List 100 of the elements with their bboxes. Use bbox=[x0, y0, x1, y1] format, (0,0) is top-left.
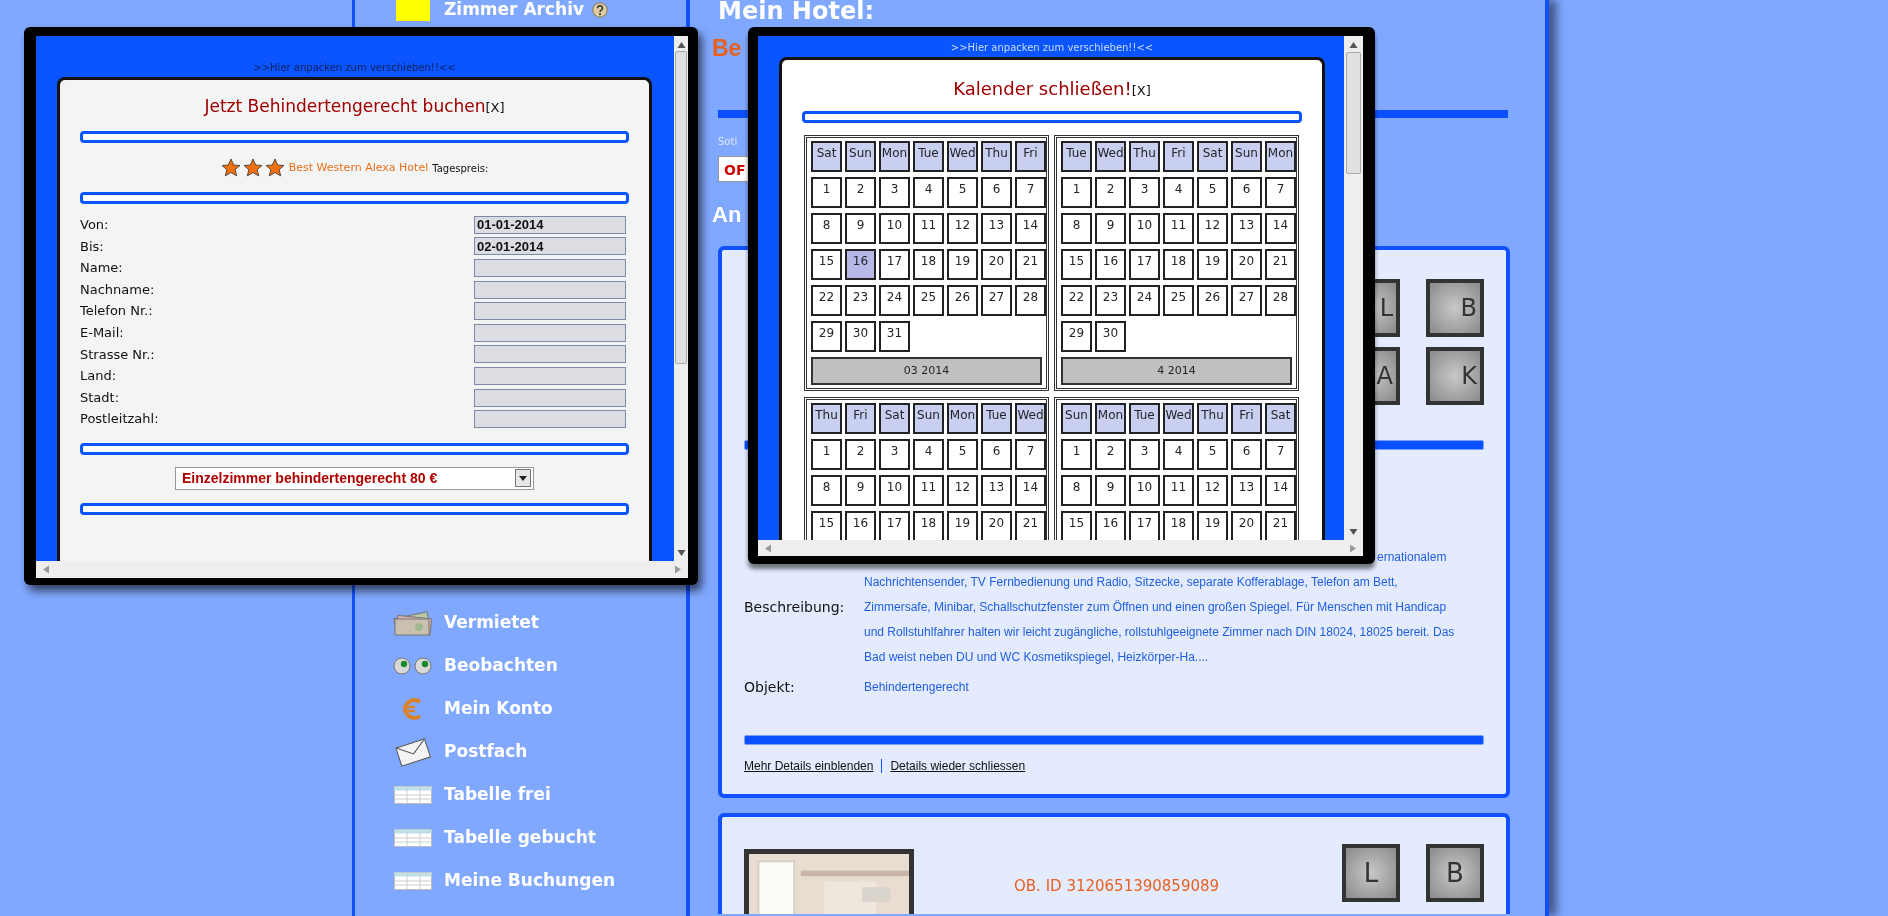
day-cell[interactable]: 11 bbox=[913, 475, 944, 506]
day-cell[interactable]: 2 bbox=[845, 177, 876, 208]
day-cell[interactable]: 16 bbox=[1095, 511, 1126, 540]
scroll-left-icon[interactable] bbox=[764, 543, 772, 553]
day-cell[interactable]: 19 bbox=[947, 249, 978, 280]
day-cell[interactable]: 9 bbox=[845, 475, 876, 506]
day-cell[interactable]: 17 bbox=[1129, 249, 1160, 280]
input-field[interactable] bbox=[474, 366, 626, 385]
day-cell[interactable]: 8 bbox=[1061, 475, 1092, 506]
day-cell[interactable]: 31 bbox=[879, 321, 910, 352]
day-cell[interactable]: 24 bbox=[1129, 285, 1160, 316]
day-cell[interactable]: 26 bbox=[947, 285, 978, 316]
letter-button[interactable]: K bbox=[1426, 347, 1484, 405]
scroll-down-icon[interactable] bbox=[1349, 528, 1358, 536]
scroll-thumb[interactable] bbox=[1345, 52, 1362, 174]
day-cell[interactable]: 17 bbox=[1129, 511, 1160, 540]
input-field[interactable] bbox=[474, 388, 626, 407]
day-cell[interactable]: 15 bbox=[1061, 511, 1092, 540]
day-cell[interactable]: 10 bbox=[879, 475, 910, 506]
day-cell[interactable]: 13 bbox=[981, 213, 1012, 244]
day-cell[interactable]: 12 bbox=[1197, 475, 1228, 506]
day-cell[interactable]: 16 bbox=[845, 249, 876, 280]
day-cell[interactable]: 29 bbox=[1061, 321, 1092, 352]
day-cell[interactable]: 4 bbox=[1163, 177, 1194, 208]
day-cell[interactable]: 30 bbox=[1095, 321, 1126, 352]
day-cell[interactable]: 1 bbox=[811, 177, 842, 208]
day-cell[interactable]: 21 bbox=[1265, 249, 1296, 280]
day-cell[interactable]: 15 bbox=[811, 511, 842, 540]
day-cell[interactable]: 5 bbox=[947, 177, 978, 208]
close-button[interactable]: [X] bbox=[1131, 81, 1151, 101]
day-cell[interactable]: 4 bbox=[913, 177, 944, 208]
day-cell[interactable]: 26 bbox=[1197, 285, 1228, 316]
day-cell[interactable]: 3 bbox=[879, 177, 910, 208]
day-cell[interactable]: 10 bbox=[879, 213, 910, 244]
day-cell[interactable]: 18 bbox=[913, 511, 944, 540]
day-cell[interactable]: 6 bbox=[1231, 177, 1262, 208]
scrollbar[interactable] bbox=[674, 36, 688, 561]
day-cell[interactable]: 18 bbox=[1163, 511, 1194, 540]
input-field[interactable] bbox=[474, 280, 626, 299]
day-cell[interactable]: 12 bbox=[947, 213, 978, 244]
scrollbar[interactable] bbox=[36, 561, 688, 578]
scroll-right-icon[interactable] bbox=[1349, 543, 1357, 553]
day-cell[interactable]: 14 bbox=[1015, 213, 1046, 244]
day-cell[interactable]: 21 bbox=[1015, 249, 1046, 280]
day-cell[interactable]: 19 bbox=[1197, 511, 1228, 540]
day-cell[interactable]: 2 bbox=[1095, 177, 1126, 208]
day-cell[interactable]: 11 bbox=[1163, 213, 1194, 244]
day-cell[interactable]: 15 bbox=[1061, 249, 1092, 280]
input-field[interactable] bbox=[474, 302, 626, 321]
day-cell[interactable]: 1 bbox=[811, 439, 842, 470]
details-link[interactable]: Mehr Details einblenden bbox=[744, 757, 874, 775]
scrollbar[interactable] bbox=[758, 540, 1363, 556]
scroll-up-icon[interactable] bbox=[1349, 41, 1358, 49]
day-cell[interactable]: 20 bbox=[981, 249, 1012, 280]
day-cell[interactable]: 27 bbox=[981, 285, 1012, 316]
letter-button[interactable]: L bbox=[1342, 844, 1400, 902]
input-field[interactable] bbox=[474, 410, 626, 429]
day-cell[interactable]: 14 bbox=[1265, 475, 1296, 506]
day-cell[interactable]: 9 bbox=[1095, 213, 1126, 244]
day-cell[interactable]: 10 bbox=[1129, 475, 1160, 506]
day-cell[interactable]: 4 bbox=[1163, 439, 1194, 470]
day-cell[interactable]: 5 bbox=[947, 439, 978, 470]
day-cell[interactable]: 24 bbox=[879, 285, 910, 316]
day-cell[interactable]: 29 bbox=[811, 321, 842, 352]
day-cell[interactable]: 12 bbox=[1197, 213, 1228, 244]
day-cell[interactable]: 1 bbox=[1061, 177, 1092, 208]
day-cell[interactable]: 25 bbox=[913, 285, 944, 316]
day-cell[interactable]: 18 bbox=[913, 249, 944, 280]
drag-handle[interactable]: >>Hier anpacken zum verschieben!!<< bbox=[950, 36, 1154, 57]
input-field[interactable] bbox=[474, 323, 626, 342]
day-cell[interactable]: 20 bbox=[981, 511, 1012, 540]
day-cell[interactable]: 23 bbox=[1095, 285, 1126, 316]
day-cell[interactable]: 5 bbox=[1197, 177, 1228, 208]
day-cell[interactable]: 15 bbox=[811, 249, 842, 280]
day-cell[interactable]: 11 bbox=[913, 213, 944, 244]
day-cell[interactable]: 17 bbox=[879, 511, 910, 540]
day-cell[interactable]: 9 bbox=[1095, 475, 1126, 506]
day-cell[interactable]: 20 bbox=[1231, 511, 1262, 540]
day-cell[interactable]: 8 bbox=[1061, 213, 1092, 244]
room-dropdown[interactable]: Einzelzimmer behindertengerecht 80 € bbox=[175, 466, 534, 490]
day-cell[interactable]: 6 bbox=[981, 177, 1012, 208]
input-field[interactable]: 01-01-2014 bbox=[474, 215, 626, 234]
letter-button[interactable]: B bbox=[1426, 279, 1484, 337]
day-cell[interactable]: 19 bbox=[1197, 249, 1228, 280]
input-field[interactable] bbox=[474, 259, 626, 277]
day-cell[interactable]: 3 bbox=[1129, 439, 1160, 470]
day-cell[interactable]: 18 bbox=[1163, 249, 1194, 280]
day-cell[interactable]: 8 bbox=[811, 475, 842, 506]
day-cell[interactable]: 22 bbox=[1061, 285, 1092, 316]
day-cell[interactable]: 6 bbox=[1231, 439, 1262, 470]
day-cell[interactable]: 21 bbox=[1265, 511, 1296, 540]
day-cell[interactable]: 16 bbox=[845, 511, 876, 540]
day-cell[interactable]: 13 bbox=[1231, 475, 1262, 506]
close-button[interactable]: [X] bbox=[485, 98, 505, 118]
day-cell[interactable]: 14 bbox=[1265, 213, 1296, 244]
day-cell[interactable]: 21 bbox=[1015, 511, 1046, 540]
details-link[interactable]: Details wieder schliessen bbox=[890, 757, 1026, 775]
scroll-right-icon[interactable] bbox=[674, 565, 682, 574]
day-cell[interactable]: 7 bbox=[1015, 177, 1046, 208]
scroll-thumb[interactable] bbox=[675, 51, 687, 364]
